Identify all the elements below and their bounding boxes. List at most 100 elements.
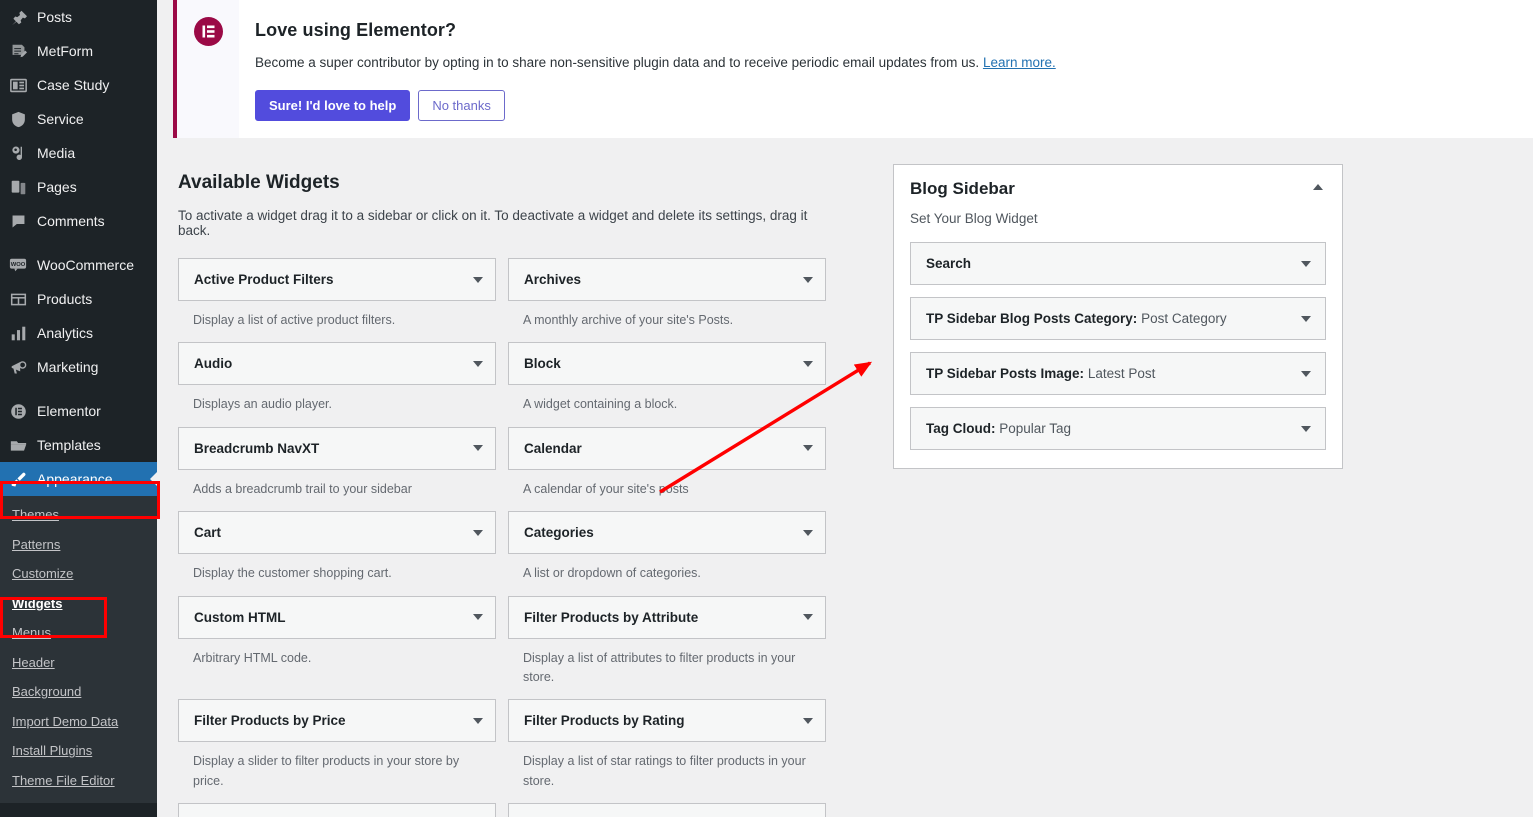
- chevron-down-icon[interactable]: [1301, 426, 1311, 432]
- menu-separator: [0, 384, 157, 394]
- submenu-item-import-demo-data[interactable]: Import Demo Data: [0, 707, 157, 737]
- available-widget-block[interactable]: Block: [508, 342, 826, 385]
- submenu-item-header[interactable]: Header: [0, 648, 157, 678]
- blog-sidebar-panel: Blog Sidebar Set Your Blog Widget Search…: [893, 164, 1343, 469]
- chevron-down-icon[interactable]: [1301, 261, 1311, 267]
- sidebar-item-service[interactable]: Service: [0, 102, 157, 136]
- widget-name: Block: [524, 356, 803, 371]
- sidebar-item-marketing[interactable]: Marketing: [0, 350, 157, 384]
- sidebar-item-label: Products: [37, 292, 92, 306]
- chevron-down-icon[interactable]: [473, 530, 483, 536]
- available-widget-gallery[interactable]: Gallery: [178, 803, 496, 817]
- available-widget-custom-html[interactable]: Custom HTML: [178, 596, 496, 639]
- sidebar-item-posts[interactable]: Posts: [0, 0, 157, 34]
- available-widget-breadcrumb-navxt[interactable]: Breadcrumb NavXT: [178, 427, 496, 470]
- sidebar-item-metform[interactable]: MetForm: [0, 34, 157, 68]
- opt-in-button[interactable]: Sure! I'd love to help: [255, 90, 410, 121]
- chevron-down-icon[interactable]: [473, 614, 483, 620]
- chevron-down-icon[interactable]: [473, 277, 483, 283]
- chevron-down-icon[interactable]: [803, 361, 813, 367]
- submenu-item-widgets[interactable]: Widgets: [0, 589, 157, 619]
- megaphone-icon: [8, 357, 28, 377]
- sidebar-item-elementor[interactable]: Elementor: [0, 394, 157, 428]
- available-widget-filter-products-by-rating[interactable]: Filter Products by Rating: [508, 699, 826, 742]
- submenu-item-patterns[interactable]: Patterns: [0, 530, 157, 560]
- chevron-down-icon[interactable]: [473, 361, 483, 367]
- available-widget-cart[interactable]: Cart: [178, 511, 496, 554]
- submenu-item-theme-file-editor[interactable]: Theme File Editor: [0, 766, 157, 796]
- sidebar-item-media[interactable]: Media: [0, 136, 157, 170]
- available-widget-cell: Block A widget containing a block.: [508, 342, 826, 426]
- available-widget-cell: CategoriesA list or dropdown of categori…: [508, 511, 826, 595]
- submenu-item-customize[interactable]: Customize: [0, 559, 157, 589]
- available-widget-categories[interactable]: Categories: [508, 511, 826, 554]
- chevron-down-icon[interactable]: [803, 530, 813, 536]
- notice-description-text: Become a super contributor by opting in …: [255, 55, 979, 70]
- widget-name: Custom HTML: [194, 610, 473, 625]
- widget-description: A calendar of your site's posts: [508, 470, 826, 511]
- sidebar-widget-search[interactable]: Search: [910, 242, 1326, 285]
- sidebar-item-pages[interactable]: Pages: [0, 170, 157, 204]
- sidebar-item-products[interactable]: Products: [0, 282, 157, 316]
- widget-description: Display a list of attributes to filter p…: [508, 639, 826, 700]
- available-widget-cell: CartDisplay the customer shopping cart.: [178, 511, 496, 595]
- available-widgets-description: To activate a widget drag it to a sideba…: [178, 208, 833, 238]
- widget-name: Filter Products by Rating: [524, 713, 803, 728]
- available-widget-cell: ArchivesA monthly archive of your site's…: [508, 258, 826, 342]
- submenu-item-menus[interactable]: Menus: [0, 618, 157, 648]
- comments-icon: [8, 211, 28, 231]
- chevron-down-icon[interactable]: [473, 718, 483, 724]
- sidebar-item-case-study[interactable]: Case Study: [0, 68, 157, 102]
- sidebar-item-label: Comments: [37, 214, 105, 228]
- svg-text:WOO: WOO: [11, 262, 26, 268]
- blog-sidebar-header[interactable]: Blog Sidebar: [910, 179, 1326, 199]
- sidebar-item-appearance[interactable]: Appearance: [0, 462, 157, 496]
- chevron-down-icon[interactable]: [1301, 371, 1311, 377]
- sidebar-widget-tag-cloud[interactable]: Tag Cloud: Popular Tag: [910, 407, 1326, 450]
- sidebar-item-templates[interactable]: Templates: [0, 428, 157, 462]
- submenu-item-background[interactable]: Background: [0, 677, 157, 707]
- sidebar-item-analytics[interactable]: Analytics: [0, 316, 157, 350]
- blog-sidebar-widget-list: Search TP Sidebar Blog Posts Category: P…: [910, 242, 1326, 450]
- woocommerce-icon: WOO: [8, 255, 28, 275]
- sidebar-widget-type: Tag Cloud:: [926, 421, 995, 436]
- pages-icon: [8, 177, 28, 197]
- available-widget-audio[interactable]: Audio: [178, 342, 496, 385]
- sidebar-item-woocommerce[interactable]: WOO WooCommerce: [0, 248, 157, 282]
- chevron-down-icon[interactable]: [803, 614, 813, 620]
- learn-more-link[interactable]: Learn more.: [983, 55, 1056, 70]
- sidebar-item-label: Posts: [37, 10, 72, 24]
- notice-actions: Sure! I'd love to help No thanks: [255, 90, 1533, 121]
- notice-description: Become a super contributor by opting in …: [255, 53, 1533, 73]
- available-widget-active-product-filters[interactable]: Active Product Filters: [178, 258, 496, 301]
- chevron-down-icon[interactable]: [1301, 316, 1311, 322]
- available-widget-cell: Filter Products by PriceDisplay a slider…: [178, 699, 496, 803]
- sidebar-widget-label: TP Sidebar Posts Image: Latest Post: [926, 366, 1301, 381]
- chevron-down-icon[interactable]: [473, 445, 483, 451]
- chevron-up-icon[interactable]: [1313, 179, 1326, 190]
- submenu-item-install-plugins[interactable]: Install Plugins: [0, 736, 157, 766]
- available-widget-filter-products-by-price[interactable]: Filter Products by Price: [178, 699, 496, 742]
- chevron-down-icon[interactable]: [803, 277, 813, 283]
- available-widget-image[interactable]: Image: [508, 803, 826, 817]
- available-widget-filter-products-by-attribute[interactable]: Filter Products by Attribute: [508, 596, 826, 639]
- analytics-icon: [8, 323, 28, 343]
- available-widget-cell: CalendarA calendar of your site's posts: [508, 427, 826, 511]
- sidebar-widget-type: Search: [926, 256, 971, 271]
- submenu-item-themes[interactable]: Themes: [0, 500, 157, 530]
- sidebar-widget-tp-sidebar-posts-image[interactable]: TP Sidebar Posts Image: Latest Post: [910, 352, 1326, 395]
- sidebar-item-label: WooCommerce: [37, 258, 134, 272]
- sidebar-item-comments[interactable]: Comments: [0, 204, 157, 238]
- available-widget-archives[interactable]: Archives: [508, 258, 826, 301]
- case-study-icon: [8, 75, 28, 95]
- sidebar-widget-tp-sidebar-blog-posts-category[interactable]: TP Sidebar Blog Posts Category: Post Cat…: [910, 297, 1326, 340]
- chevron-down-icon[interactable]: [803, 445, 813, 451]
- chevron-down-icon[interactable]: [803, 718, 813, 724]
- available-widget-calendar[interactable]: Calendar: [508, 427, 826, 470]
- no-thanks-button[interactable]: No thanks: [418, 90, 505, 121]
- appearance-brush-icon: [8, 469, 28, 489]
- widget-description: Display a list of active product filters…: [178, 301, 496, 342]
- widget-description: A widget containing a block.: [508, 385, 826, 426]
- notice-icon-column: [177, 0, 239, 138]
- widget-description: Adds a breadcrumb trail to your sidebar: [178, 470, 496, 511]
